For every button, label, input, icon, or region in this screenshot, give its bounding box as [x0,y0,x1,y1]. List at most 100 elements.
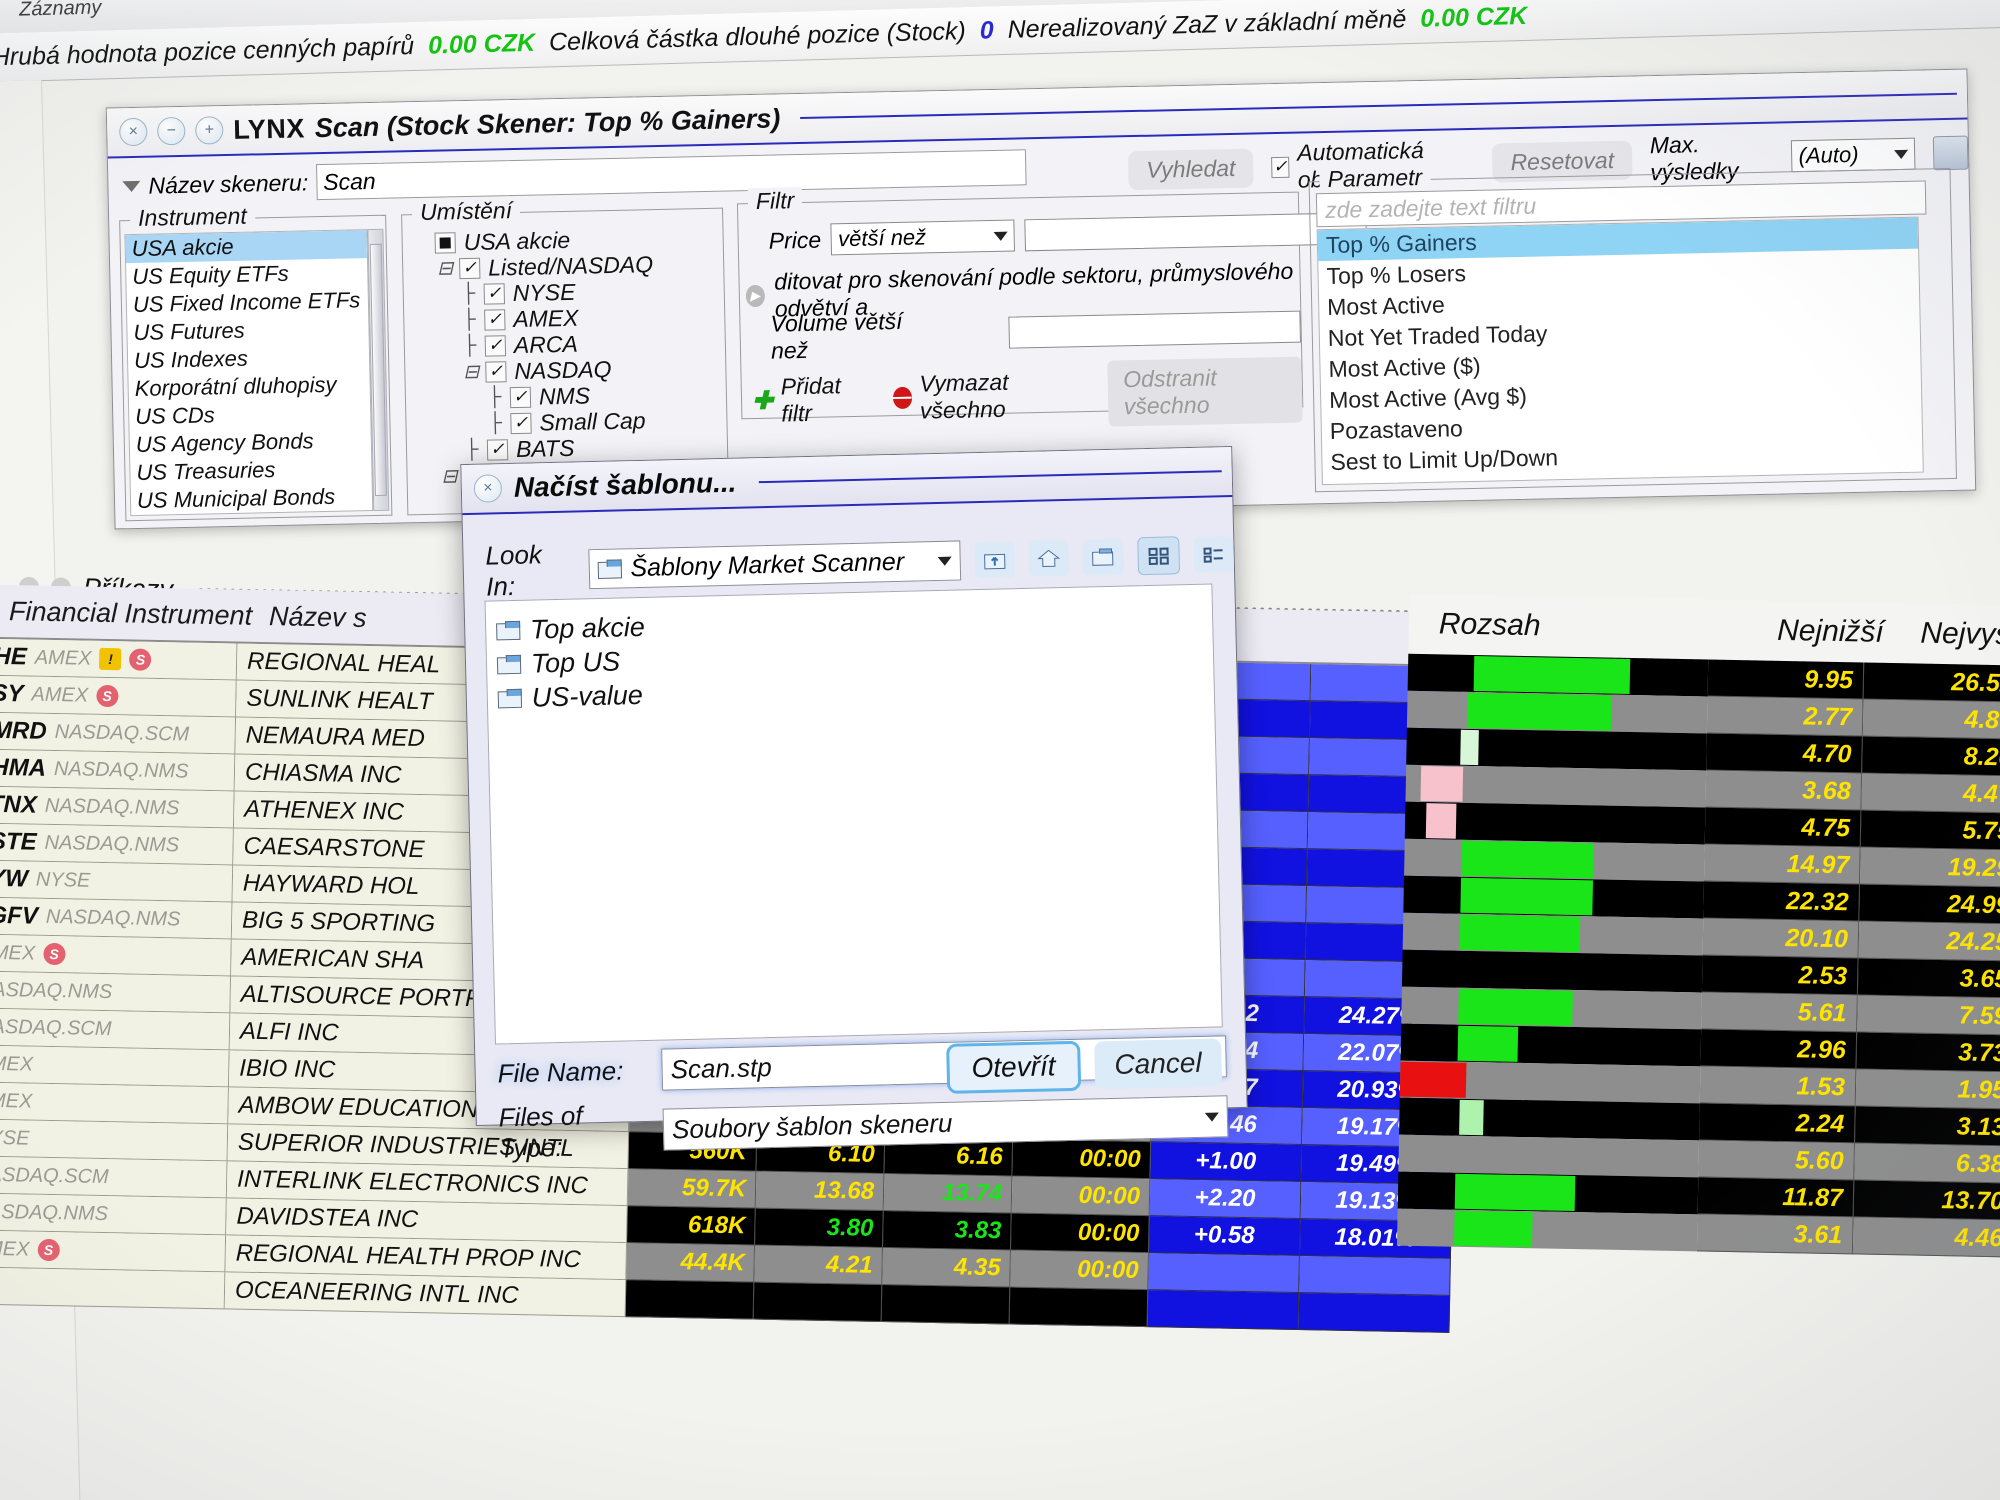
checkbox-icon[interactable]: ✓ [485,360,507,383]
summary-unrealized-value: 0.00 CZK [1419,1,1528,33]
location-group-label: Umístění [411,196,521,227]
add-filter-button[interactable]: ✚ Přidat filtr [752,372,864,428]
column-header-rozsah[interactable]: Rozsah [1409,607,1740,647]
cell-high: 13.70 [1853,1180,2000,1221]
tree-branch-line: ├ [488,412,503,434]
scrollbar-thumb[interactable] [369,243,387,496]
cancel-button[interactable]: Cancel [1093,1038,1223,1090]
range-bar-segment [1459,914,1581,953]
location-tree-node[interactable]: ├ ✓ Small Cap [416,407,656,438]
list-view-icon[interactable] [1193,535,1235,573]
warning-icon[interactable]: ! [99,647,122,671]
range-panel[interactable]: Rozsah Nejnižší Nejvyšší 9.95 26.52 2.77 4.… [1391,593,2000,1500]
files-of-type-select[interactable]: Soubory šablon skeneru [662,1095,1229,1151]
new-folder-icon[interactable] [1082,538,1124,576]
location-node-label: NASDAQ [514,355,612,384]
menu-item-zaznamy[interactable]: Záznamy [19,0,102,21]
stop-icon[interactable]: S [129,648,152,671]
remove-all-button[interactable]: Odstranit všechno [1106,356,1303,427]
range-bar-segment [1458,988,1573,1026]
stop-icon[interactable]: S [37,1238,60,1262]
range-bar [1407,653,1709,697]
checkbox-icon[interactable]: ✓ [483,282,505,305]
cell-symbol: NASDAQ.SCM [0,1008,231,1051]
column-header-nejnizsi[interactable]: Nejnižší [1739,613,1884,650]
checkbox-icon[interactable]: ✓ [509,386,532,408]
cell-symbol [0,1267,226,1310]
range-bar [1398,1134,1700,1178]
stop-icon[interactable]: S [95,684,119,708]
look-in-select[interactable]: Šablony Market Scanner [587,540,962,590]
price-operator-select[interactable]: větší než [830,219,1016,256]
parameter-list[interactable]: Top % Gainers Top % Losers Most Active Not … [1316,216,1924,486]
cell-volume: 44.4K [626,1243,756,1283]
tree-collapse-icon[interactable]: ⊟ [441,465,457,488]
search-button[interactable]: Vyhledat [1127,148,1254,190]
cell-time: 00:00 [1011,1176,1151,1217]
dialog-body: Look In: Šablony Market Scanner Top akci… [463,497,1247,1163]
cell-time: 00:00 [1010,1213,1150,1254]
volume-value-input[interactable] [1008,310,1301,349]
exchange-text: NASDAQ.NMS [45,905,181,930]
column-header-financial-instrument[interactable]: Financial Instrument [0,595,269,632]
tree-branch-line: ├ [462,308,476,331]
exchange-text: AMEX [34,646,92,670]
cell-low: 14.97 [1703,844,1861,885]
chevron-down-icon[interactable] [122,180,141,192]
checkbox-icon[interactable]: ✓ [459,257,481,279]
left-strip-item-a[interactable]: a [0,80,42,127]
cell-high: 6.38 [1854,1143,2000,1184]
cell-volume [625,1280,755,1320]
cell-low: 3.68 [1705,770,1863,811]
instrument-list[interactable]: USA akcie US Equity ETFs US Fixed Income E… [124,229,374,517]
max-results-select[interactable]: (Auto) [1791,137,1916,173]
checkbox-icon[interactable]: ✓ [484,334,507,357]
checkbox-icon[interactable]: ✓ [1271,156,1290,178]
checkbox-icon[interactable]: ✓ [486,438,509,461]
tree-branch-line: ├ [487,386,502,408]
close-icon[interactable]: × [119,117,148,147]
tree-collapse-icon[interactable]: ⊟ [463,360,479,383]
column-header-nejvyssi[interactable]: Nejvyšší [1883,616,2000,653]
home-icon[interactable] [1028,539,1070,577]
cell-ask: 4.35 [882,1248,1011,1288]
chevron-down-icon [937,556,952,566]
save-icon[interactable] [1933,135,1969,171]
cell-low: 11.87 [1697,1177,1855,1218]
open-button[interactable]: Otevřít [945,1040,1082,1094]
volume-label: Volume větší než [770,307,903,364]
file-name-text: Top US [530,645,621,679]
stop-icon[interactable]: S [42,942,66,966]
filter-group-label: Filtr [747,186,803,216]
dialog-title: Načíst šablonu... [513,466,737,503]
checkbox-icon[interactable] [434,231,456,254]
close-icon[interactable]: × [473,474,503,503]
minimize-icon[interactable]: − [157,116,186,146]
file-list[interactable]: Top akcie Top US US-value [484,583,1223,1045]
folder-up-icon[interactable] [974,541,1016,579]
cell-high: 24.25 [1858,921,2000,962]
cell-symbol: AMEX S [0,934,232,977]
cell-change [1148,1253,1300,1294]
file-name-text: US-value [531,679,644,713]
cell-high: 4.46 [1852,1217,2000,1258]
maximize-icon[interactable]: + [194,116,224,145]
volume-filter-row: Volume větší než [770,300,1301,365]
clear-all-button[interactable]: — Vymazat všechno [892,367,1078,425]
grid-view-icon[interactable] [1136,536,1180,576]
folder-icon [496,620,520,640]
left-strip-item-ument[interactable]: ument [0,124,43,171]
checkbox-icon[interactable]: ✓ [484,308,506,331]
expand-right-icon[interactable]: ▶ [745,284,765,308]
load-template-dialog[interactable]: × Načíst šablonu... Look In: Šablony Mar… [460,445,1248,1163]
exchange-text: AMEX [0,1052,34,1076]
tree-collapse-icon[interactable]: ⊟ [437,257,453,280]
tab-e[interactable]: e [0,238,46,285]
range-bar [1402,912,1704,956]
tab-inde[interactable]: Inde [0,282,48,329]
chevron-down-icon [1894,149,1909,159]
checkbox-icon[interactable]: ✓ [510,412,532,434]
location-tree-node[interactable]: ⊟ ✓ Listed/NASDAQ [413,251,653,282]
scanner-name-input[interactable] [315,149,1027,201]
cell-bid: 3.80 [755,1208,884,1249]
